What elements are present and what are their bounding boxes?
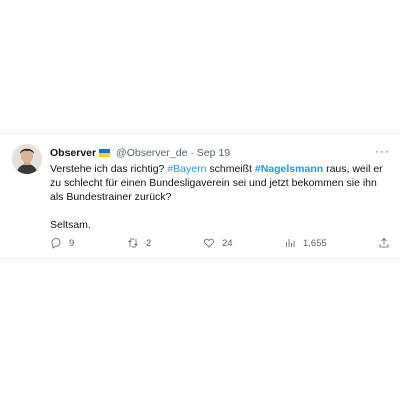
views-count: 1,655 [303,237,327,249]
views-button[interactable]: 1,655 [284,237,327,249]
views-chart-icon [286,239,295,247]
share-button[interactable] [378,237,390,249]
tweet-card[interactable]: Observer @Observer_de · Sep 19 ··· Verst… [0,133,400,259]
tweet-actions: 9 2 24 1,655 [50,237,390,251]
retweet-button[interactable]: 2 [127,237,151,249]
tweet-text-closing: Seltsam. [50,219,91,231]
display-name[interactable]: Observer [50,147,96,159]
ukraine-flag-icon [99,149,111,157]
reply-button[interactable]: 9 [50,237,74,249]
tweet-text-part: schmeißt [206,163,255,175]
like-button[interactable]: 24 [203,237,233,249]
more-options-icon[interactable]: ··· [375,143,390,159]
avatar-image [12,144,42,174]
hashtag-nagelsmann[interactable]: #Nagelsmann [255,163,323,175]
user-handle[interactable]: @Observer_de [116,147,187,159]
reply-count: 9 [69,237,75,249]
share-icon [379,237,389,248]
tweet-date[interactable]: Sep 19 [197,147,230,159]
separator-dot: · [190,147,194,159]
avatar[interactable] [12,144,42,174]
reply-icon [51,238,61,249]
tweet-header: Observer @Observer_de · Sep 19 ··· [50,143,390,161]
like-count: 24 [222,237,233,249]
tweet-text-part: Verstehe ich das richtig? [50,163,168,175]
hashtag-bayern[interactable]: #Bayern [167,163,206,175]
retweet-count: 2 [146,237,152,249]
tweet-text: Verstehe ich das richtig? #Bayern schmei… [50,162,390,232]
heart-icon [204,238,214,248]
retweet-icon [128,238,138,248]
